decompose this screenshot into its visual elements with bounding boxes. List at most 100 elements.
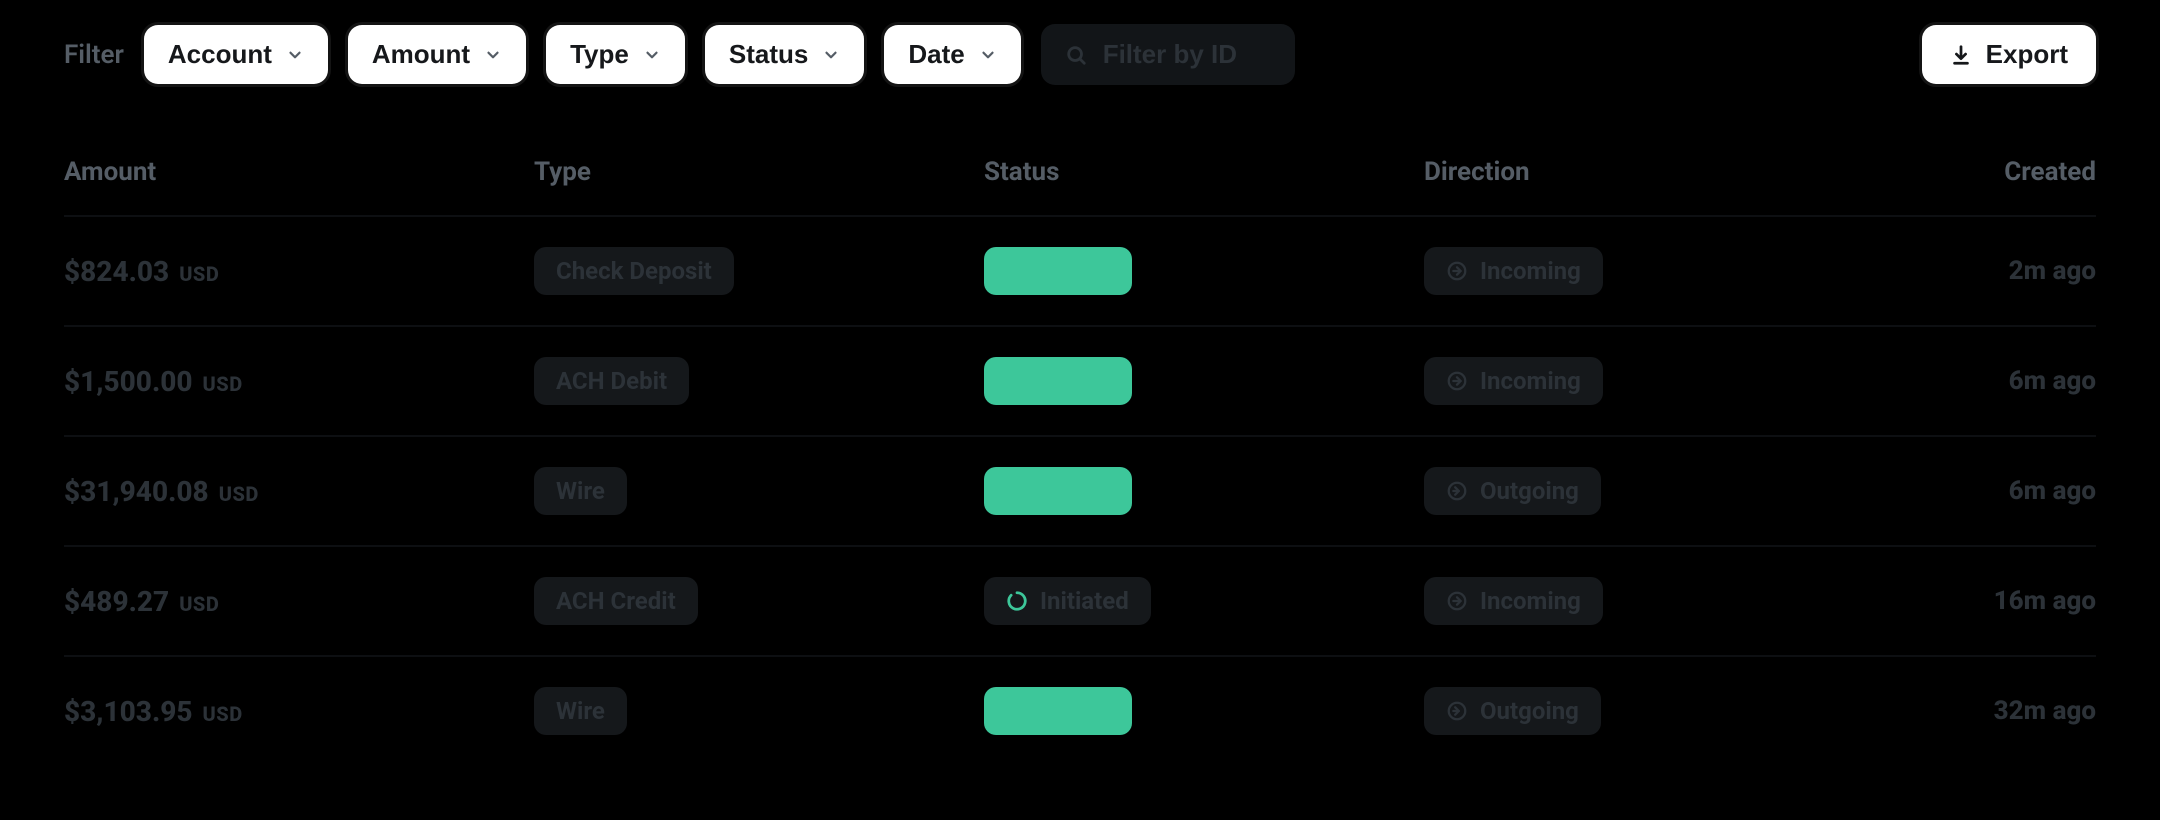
amount-currency: USD: [203, 702, 243, 726]
table-row[interactable]: $824.03 USD Check Deposit Complete Incoming 2…: [64, 215, 2096, 325]
cell-status: Complete: [984, 247, 1424, 295]
direction-pill: Outgoing: [1424, 467, 1601, 515]
cell-direction: Incoming: [1424, 357, 1884, 405]
cell-type: Check Deposit: [534, 247, 984, 295]
filter-date-button[interactable]: Date: [884, 25, 1020, 84]
download-icon: [1950, 44, 1972, 66]
cell-status: Complete: [984, 357, 1424, 405]
status-pill: Initiated: [984, 577, 1151, 625]
status-pill: Complete: [984, 467, 1132, 515]
cell-type: Wire: [534, 687, 984, 735]
chevron-down-icon: [643, 46, 661, 64]
cell-created: 16m ago: [1884, 586, 2096, 616]
arrow-in-icon: [1446, 370, 1468, 392]
filter-amount-label: Amount: [372, 39, 470, 70]
chevron-down-icon: [822, 46, 840, 64]
cell-created: 2m ago: [1884, 256, 2096, 286]
amount-value: $1,500.00: [64, 365, 193, 398]
filter-account-label: Account: [168, 39, 272, 70]
cell-type: Wire: [534, 467, 984, 515]
direction-label: Outgoing: [1480, 477, 1579, 505]
arrow-in-icon: [1446, 260, 1468, 282]
type-label: ACH Debit: [556, 367, 667, 395]
arrow-out-icon: [1446, 700, 1468, 722]
status-label: Complete: [1006, 697, 1110, 725]
status-label: Complete: [1006, 367, 1110, 395]
search-icon: [1065, 44, 1087, 66]
direction-label: Incoming: [1480, 587, 1581, 615]
filter-type-label: Type: [570, 39, 629, 70]
arrow-out-icon: [1446, 480, 1468, 502]
filter-label: Filter: [64, 40, 124, 70]
direction-pill: Outgoing: [1424, 687, 1601, 735]
cell-status: Complete: [984, 687, 1424, 735]
cell-amount: $31,940.08 USD: [64, 475, 534, 508]
status-pill: Complete: [984, 357, 1132, 405]
amount-value: $31,940.08: [64, 475, 209, 508]
filter-amount-button[interactable]: Amount: [348, 25, 526, 84]
cell-amount: $489.27 USD: [64, 585, 534, 618]
amount-currency: USD: [179, 262, 219, 286]
table-row[interactable]: $1,500.00 USD ACH Debit Complete Incoming 6m …: [64, 325, 2096, 435]
chevron-down-icon: [484, 46, 502, 64]
amount-value: $489.27: [64, 585, 169, 618]
transactions-table: Amount Type Status Direction Created $82…: [64, 157, 2096, 765]
cell-created: 6m ago: [1884, 476, 2096, 506]
status-label: Complete: [1006, 257, 1110, 285]
type-label: Wire: [556, 477, 605, 505]
col-created: Created: [1884, 157, 2096, 187]
status-label: Initiated: [1040, 587, 1129, 615]
filter-status-button[interactable]: Status: [705, 25, 864, 84]
cell-type: ACH Credit: [534, 577, 984, 625]
cell-direction: Outgoing: [1424, 467, 1884, 515]
amount-currency: USD: [219, 482, 259, 506]
amount-value: $3,103.95: [64, 695, 193, 728]
col-type: Type: [534, 157, 984, 187]
filter-type-button[interactable]: Type: [546, 25, 685, 84]
direction-pill: Incoming: [1424, 357, 1603, 405]
table-header: Amount Type Status Direction Created: [64, 157, 2096, 215]
col-amount: Amount: [64, 157, 534, 187]
status-label: Complete: [1006, 477, 1110, 505]
direction-label: Outgoing: [1480, 697, 1579, 725]
cell-amount: $3,103.95 USD: [64, 695, 534, 728]
cell-type: ACH Debit: [534, 357, 984, 405]
cell-amount: $1,500.00 USD: [64, 365, 534, 398]
cell-direction: Outgoing: [1424, 687, 1884, 735]
export-button[interactable]: Export: [1922, 25, 2096, 84]
type-pill: Check Deposit: [534, 247, 734, 295]
cell-direction: Incoming: [1424, 247, 1884, 295]
amount-value: $824.03: [64, 255, 169, 288]
cell-status: Complete: [984, 467, 1424, 515]
filter-id-search[interactable]: [1041, 24, 1295, 85]
type-pill: ACH Credit: [534, 577, 698, 625]
table-row[interactable]: $489.27 USD ACH Credit Initiated Incoming 16m…: [64, 545, 2096, 655]
type-pill: ACH Debit: [534, 357, 689, 405]
cell-created: 6m ago: [1884, 366, 2096, 396]
type-label: ACH Credit: [556, 587, 676, 615]
export-label: Export: [1986, 39, 2068, 70]
cell-direction: Incoming: [1424, 577, 1884, 625]
col-status: Status: [984, 157, 1424, 187]
filter-status-label: Status: [729, 39, 808, 70]
status-pill: Complete: [984, 687, 1132, 735]
cell-amount: $824.03 USD: [64, 255, 534, 288]
spinner-icon: [1006, 590, 1028, 612]
filter-date-label: Date: [908, 39, 964, 70]
chevron-down-icon: [286, 46, 304, 64]
type-label: Check Deposit: [556, 257, 712, 285]
direction-label: Incoming: [1480, 367, 1581, 395]
direction-label: Incoming: [1480, 257, 1581, 285]
cell-created: 32m ago: [1884, 696, 2096, 726]
filter-bar: Filter Account Amount Type Status: [64, 24, 2096, 85]
chevron-down-icon: [979, 46, 997, 64]
status-pill: Complete: [984, 247, 1132, 295]
amount-currency: USD: [179, 592, 219, 616]
col-direction: Direction: [1424, 157, 1884, 187]
direction-pill: Incoming: [1424, 577, 1603, 625]
table-row[interactable]: $3,103.95 USD Wire Complete Outgoing 32m ago: [64, 655, 2096, 765]
table-row[interactable]: $31,940.08 USD Wire Complete Outgoing 6m ago: [64, 435, 2096, 545]
filter-id-input[interactable]: [1101, 38, 1271, 71]
filter-account-button[interactable]: Account: [144, 25, 328, 84]
amount-currency: USD: [203, 372, 243, 396]
